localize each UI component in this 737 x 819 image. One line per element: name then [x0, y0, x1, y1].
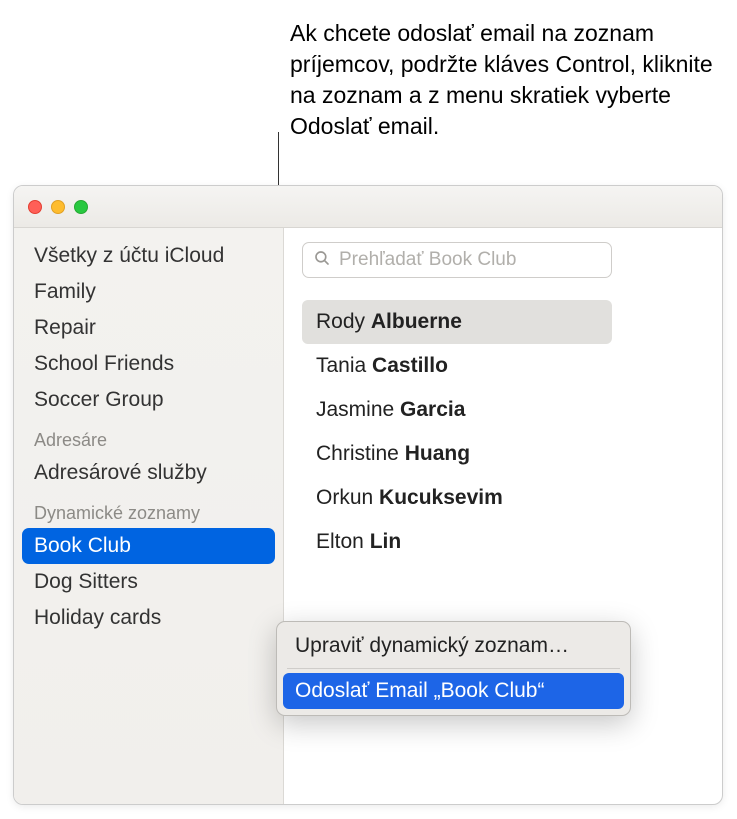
contact-row[interactable]: Rody Albuerne	[302, 300, 612, 344]
search-input[interactable]	[339, 249, 601, 271]
contact-last-name: Garcia	[400, 398, 465, 421]
contact-last-name: Lin	[370, 530, 402, 553]
contact-first-name: Elton	[316, 530, 364, 553]
minimize-button[interactable]	[51, 200, 65, 214]
contact-first-name: Christine	[316, 442, 399, 465]
contact-row[interactable]: Tania Castillo	[302, 344, 612, 388]
contact-row[interactable]: Orkun Kucuksevim	[302, 476, 612, 520]
contact-row[interactable]: Christine Huang	[302, 432, 612, 476]
sidebar-item-school-friends[interactable]: School Friends	[14, 346, 283, 382]
contact-row[interactable]: Jasmine Garcia	[302, 388, 612, 432]
sidebar-item-holiday-cards[interactable]: Holiday cards	[14, 600, 283, 636]
sidebar-item-book-club[interactable]: Book Club	[22, 528, 275, 564]
menu-divider	[287, 668, 620, 669]
contact-last-name: Albuerne	[371, 310, 462, 333]
contact-list: Rody Albuerne Tania Castillo Jasmine Gar…	[302, 300, 704, 564]
close-button[interactable]	[28, 200, 42, 214]
help-annotation: Ak chcete odoslať email na zoznam príjem…	[290, 18, 720, 142]
sidebar-item-soccer-group[interactable]: Soccer Group	[14, 382, 283, 418]
contact-first-name: Tania	[316, 354, 366, 377]
titlebar	[14, 186, 722, 228]
sidebar-item-directory-services[interactable]: Adresárové služby	[14, 455, 283, 491]
window-body: Všetky z účtu iCloud Family Repair Schoo…	[14, 228, 722, 804]
contact-first-name: Orkun	[316, 486, 373, 509]
sidebar-item-family[interactable]: Family	[14, 274, 283, 310]
sidebar-section-directories: Adresáre	[14, 418, 283, 455]
search-box[interactable]	[302, 242, 612, 278]
sidebar-section-dynamic-lists: Dynamické zoznamy	[14, 491, 283, 528]
menu-item-edit-dynamic-list[interactable]: Upraviť dynamický zoznam…	[283, 628, 624, 664]
contact-first-name: Rody	[316, 310, 365, 333]
sidebar-item-all-icloud[interactable]: Všetky z účtu iCloud	[14, 238, 283, 274]
contact-first-name: Jasmine	[316, 398, 394, 421]
search-icon	[313, 249, 331, 272]
sidebar-item-repair[interactable]: Repair	[14, 310, 283, 346]
sidebar: Všetky z účtu iCloud Family Repair Schoo…	[14, 228, 284, 804]
menu-item-send-email[interactable]: Odoslať Email „Book Club“	[283, 673, 624, 709]
contacts-window: Všetky z účtu iCloud Family Repair Schoo…	[13, 185, 723, 805]
contact-last-name: Huang	[405, 442, 470, 465]
contact-last-name: Kucuksevim	[379, 486, 503, 509]
contact-last-name: Castillo	[372, 354, 448, 377]
context-menu: Upraviť dynamický zoznam… Odoslať Email …	[276, 621, 631, 716]
maximize-button[interactable]	[74, 200, 88, 214]
contact-row[interactable]: Elton Lin	[302, 520, 612, 564]
sidebar-item-dog-sitters[interactable]: Dog Sitters	[14, 564, 283, 600]
main-pane: Rody Albuerne Tania Castillo Jasmine Gar…	[284, 228, 722, 804]
